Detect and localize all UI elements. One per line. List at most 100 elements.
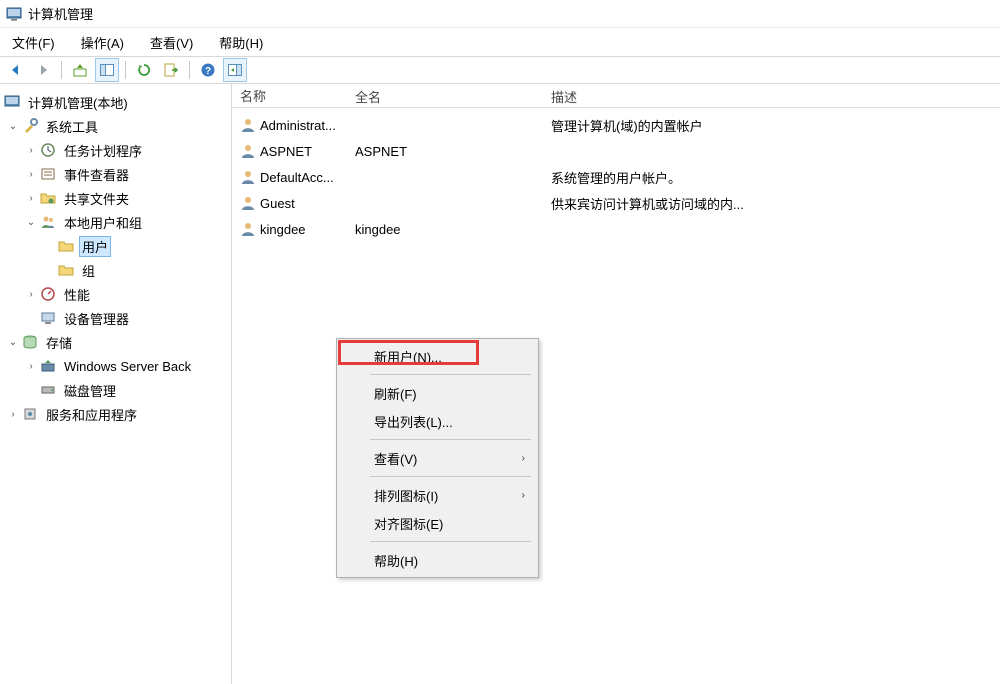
menu-refresh[interactable]: 刷新(F)	[340, 379, 535, 407]
col-header-name[interactable]: 名称	[232, 84, 347, 107]
show-hide-tree-button[interactable]	[95, 58, 119, 82]
menu-align-icons[interactable]: 对齐图标(E)	[340, 509, 535, 537]
menu-label: 对齐图标(E)	[374, 514, 443, 533]
event-icon	[40, 166, 56, 182]
help-button[interactable]: ?	[196, 58, 220, 82]
tree-groups[interactable]: 组	[0, 258, 231, 282]
tree-disk-mgmt[interactable]: 磁盘管理	[0, 378, 231, 402]
expand-icon[interactable]: ›	[24, 287, 38, 301]
svg-text:?: ?	[205, 66, 211, 77]
menu-help[interactable]: 帮助(H)	[340, 546, 535, 574]
tree-label: 计算机管理(本地)	[25, 93, 131, 112]
folder-icon	[58, 262, 74, 278]
cell-desc: 供来宾访问计算机或访问域的内...	[543, 194, 1000, 213]
tree-label: 存储	[43, 333, 75, 352]
list-item-user[interactable]: Administrat...管理计算机(域)的内置帐户	[232, 112, 1000, 138]
tree-root[interactable]: 计算机管理(本地)	[0, 90, 231, 114]
storage-icon	[22, 334, 38, 350]
chevron-right-icon: ›	[522, 453, 525, 464]
up-button[interactable]	[68, 58, 92, 82]
tree-wsb[interactable]: › Windows Server Back	[0, 354, 231, 378]
tree-label: 服务和应用程序	[43, 405, 140, 424]
cell-fullname: ASPNET	[347, 144, 543, 159]
disk-icon	[40, 382, 56, 398]
toolbar-separator	[189, 61, 190, 79]
tree-event-viewer[interactable]: › 事件查看器	[0, 162, 231, 186]
export-button[interactable]	[159, 58, 183, 82]
tree-shared-folders[interactable]: › 共享文件夹	[0, 186, 231, 210]
cell-name: kingdee	[232, 221, 347, 237]
menu-label: 查看(V)	[374, 449, 417, 468]
back-button[interactable]	[4, 58, 28, 82]
list-item-user[interactable]: DefaultAcc...系统管理的用户帐户。	[232, 164, 1000, 190]
list-item-user[interactable]: ASPNETASPNET	[232, 138, 1000, 164]
menu-file[interactable]: 文件(F)	[6, 31, 61, 54]
list-item-user[interactable]: Guest 供来宾访问计算机或访问域的内...	[232, 190, 1000, 216]
menu-view[interactable]: 查看(V)	[144, 31, 199, 54]
tree-performance[interactable]: › 性能	[0, 282, 231, 306]
cell-name: DefaultAcc...	[232, 169, 347, 185]
tree-services-apps[interactable]: › 服务和应用程序	[0, 402, 231, 426]
tree-label: 性能	[61, 285, 93, 304]
tree-system-tools[interactable]: ⌄ 系统工具	[0, 114, 231, 138]
menu-label: 排列图标(I)	[374, 486, 438, 505]
tree-device-manager[interactable]: 设备管理器	[0, 306, 231, 330]
action-pane-button[interactable]	[223, 58, 247, 82]
expand-icon[interactable]: ›	[24, 359, 38, 373]
tree-label: 磁盘管理	[61, 381, 119, 400]
list-item-user[interactable]: kingdeekingdee	[232, 216, 1000, 242]
refresh-button[interactable]	[132, 58, 156, 82]
tree-task-scheduler[interactable]: › 任务计划程序	[0, 138, 231, 162]
collapse-icon[interactable]: ⌄	[6, 119, 20, 133]
menu-bar: 文件(F) 操作(A) 查看(V) 帮助(H)	[0, 28, 1000, 56]
chevron-right-icon: ›	[522, 490, 525, 501]
expand-icon[interactable]: ›	[6, 407, 20, 421]
menu-label: 帮助(H)	[374, 551, 418, 570]
tree-local-users-groups[interactable]: ⌄ 本地用户和组	[0, 210, 231, 234]
tools-icon	[22, 118, 38, 134]
users-icon	[40, 214, 56, 230]
menu-action[interactable]: 操作(A)	[75, 31, 130, 54]
cell-fullname: kingdee	[347, 222, 543, 237]
window-title: 计算机管理	[28, 4, 93, 23]
toolbar: ?	[0, 56, 1000, 84]
user-icon	[240, 117, 256, 133]
menu-export-list[interactable]: 导出列表(L)...	[340, 407, 535, 435]
user-icon	[240, 195, 256, 211]
menu-help[interactable]: 帮助(H)	[213, 31, 269, 54]
collapse-icon[interactable]: ⌄	[24, 215, 38, 229]
menu-view-submenu[interactable]: 查看(V) ›	[340, 444, 535, 472]
list-body[interactable]: Administrat...管理计算机(域)的内置帐户ASPNETASPNETD…	[232, 108, 1000, 242]
menu-arrange-icons[interactable]: 排列图标(I) ›	[340, 481, 535, 509]
menu-label: 导出列表(L)...	[374, 412, 453, 431]
expand-icon[interactable]: ›	[24, 191, 38, 205]
collapse-icon[interactable]: ⌄	[6, 335, 20, 349]
menu-new-user[interactable]: 新用户(N)...	[340, 342, 535, 370]
tree-label: 组	[79, 261, 98, 280]
user-icon	[240, 143, 256, 159]
menu-separator	[370, 439, 531, 440]
cell-desc: 管理计算机(域)的内置帐户	[543, 116, 1000, 135]
title-bar: 计算机管理	[0, 0, 1000, 28]
cell-name: ASPNET	[232, 143, 347, 159]
tree-label: 用户	[79, 236, 111, 257]
expand-icon[interactable]: ›	[24, 143, 38, 157]
tree-label: 系统工具	[43, 117, 101, 136]
expand-icon[interactable]: ›	[24, 167, 38, 181]
menu-label: 新用户(N)...	[374, 347, 442, 366]
clock-icon	[40, 142, 56, 158]
folder-icon	[58, 238, 74, 254]
col-header-fullname[interactable]: 全名	[347, 84, 543, 107]
cell-name: Guest	[232, 195, 347, 211]
performance-icon	[40, 286, 56, 302]
tree-users[interactable]: 用户	[0, 234, 231, 258]
tree-storage[interactable]: ⌄ 存储	[0, 330, 231, 354]
navigation-tree[interactable]: 计算机管理(本地) ⌄ 系统工具 › 任务计划程序 › 事件查看器 › 共享文件…	[0, 84, 232, 684]
forward-button[interactable]	[31, 58, 55, 82]
context-menu: 新用户(N)... 刷新(F) 导出列表(L)... 查看(V) › 排列图标(I…	[336, 338, 539, 578]
menu-label: 刷新(F)	[374, 384, 417, 403]
col-header-desc[interactable]: 描述	[543, 84, 1000, 107]
menu-separator	[370, 476, 531, 477]
computer-icon	[4, 94, 20, 110]
tree-label: Windows Server Back	[61, 359, 194, 374]
